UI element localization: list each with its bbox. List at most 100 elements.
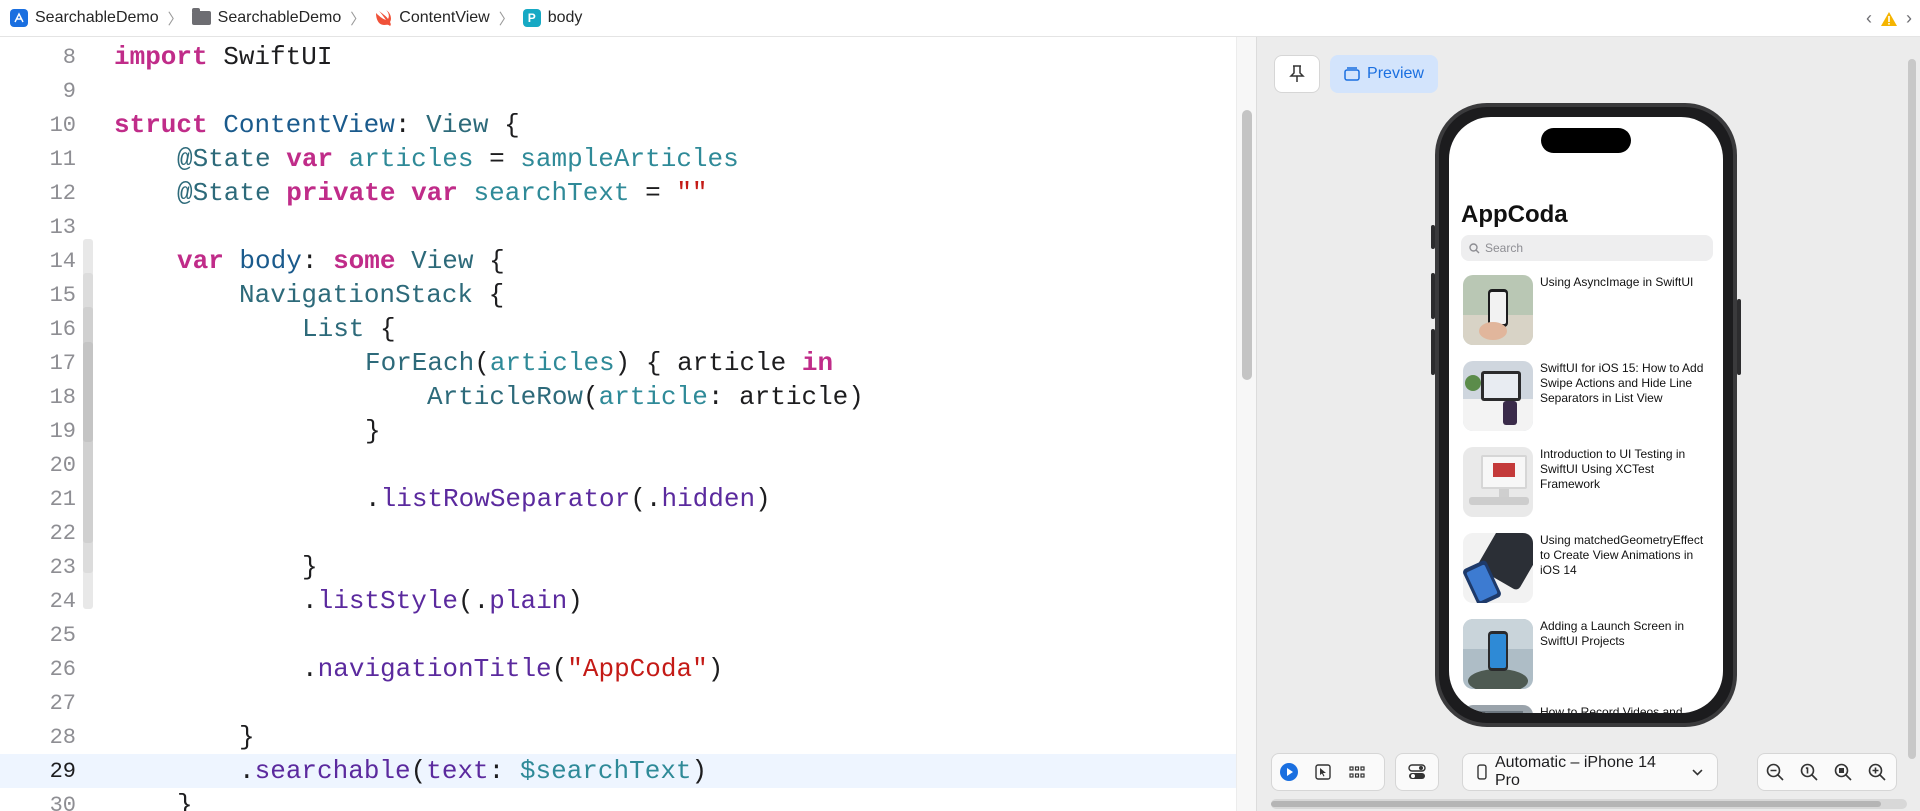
canvas-vertical-scrollbar[interactable] — [1908, 59, 1916, 759]
list-item[interactable]: How to Record Videos and Animated Gifs i… — [1463, 699, 1713, 713]
article-title: SwiftUI for iOS 15: How to Add Swipe Act… — [1540, 361, 1704, 405]
play-icon — [1280, 763, 1298, 781]
code-line[interactable]: 30 } — [0, 788, 1236, 811]
variants-mode-button[interactable] — [1340, 753, 1374, 791]
zoom-100-icon — [1800, 763, 1818, 781]
list-item[interactable]: SwiftUI for iOS 15: How to Add Swipe Act… — [1463, 355, 1713, 441]
magnifying-glass-icon — [1469, 242, 1480, 253]
zoom-out-icon — [1766, 763, 1784, 781]
list-item[interactable]: Adding a Launch Screen in SwiftUI Projec… — [1463, 613, 1713, 699]
navigation-title: AppCoda — [1461, 201, 1568, 228]
breadcrumb-symbol[interactable]: P body — [522, 9, 583, 27]
code-line[interactable]: 24 .listStyle(.plain) — [0, 584, 1236, 618]
breadcrumb-separator-icon: 〉 — [350, 10, 366, 28]
code-line[interactable]: 20 — [0, 448, 1236, 482]
line-number: 20 — [49, 452, 76, 478]
line-number: 10 — [49, 112, 76, 138]
device-selector[interactable]: Automatic – iPhone 14 Pro — [1462, 753, 1718, 791]
zoom-out-button[interactable] — [1758, 753, 1792, 791]
code-line[interactable]: 25 — [0, 618, 1236, 652]
line-number: 15 — [49, 282, 76, 308]
jump-bar: SearchableDemo 〉 SearchableDemo 〉 Conten… — [0, 0, 1920, 37]
canvas-horizontal-scrollbar[interactable] — [1271, 799, 1907, 809]
code-line[interactable]: 16 List { — [0, 312, 1236, 346]
live-mode-button[interactable] — [1272, 753, 1306, 791]
breadcrumb-project[interactable]: SearchableDemo — [10, 9, 159, 27]
breadcrumb-label: body — [547, 9, 583, 26]
breadcrumb-file[interactable]: ContentView — [374, 9, 490, 27]
breadcrumb-label: SearchableDemo — [217, 9, 342, 26]
editor-scroll-thumb[interactable] — [1242, 110, 1252, 380]
line-number: 14 — [49, 248, 76, 274]
line-number: 27 — [49, 690, 76, 716]
code-text: } — [302, 552, 318, 582]
code-line[interactable]: 9 — [0, 74, 1236, 108]
pin-preview-button[interactable] — [1274, 55, 1320, 93]
next-issue-chevron-icon[interactable]: › — [1906, 8, 1912, 29]
line-number: 8 — [62, 44, 76, 70]
search-field[interactable]: Search — [1461, 235, 1713, 261]
code-line[interactable]: 26 .navigationTitle("AppCoda") — [0, 652, 1236, 686]
line-number: 11 — [49, 146, 76, 172]
volume-down-button — [1431, 329, 1435, 375]
line-number: 25 — [49, 622, 76, 648]
list-item[interactable]: Using matchedGeometryEffect to Create Vi… — [1463, 527, 1713, 613]
code-line[interactable]: 22 — [0, 516, 1236, 550]
editor-vertical-scrollbar[interactable] — [1236, 37, 1256, 811]
volume-up-button — [1431, 273, 1435, 319]
canvas-scroll-thumb[interactable] — [1271, 801, 1881, 807]
article-thumbnail — [1463, 275, 1533, 345]
selectable-mode-button[interactable] — [1306, 753, 1340, 791]
code-line[interactable]: 8 import SwiftUI — [0, 40, 1236, 74]
zoom-to-fit-button[interactable] — [1826, 753, 1860, 791]
code-text: NavigationStack { — [239, 280, 505, 310]
line-number: 22 — [49, 520, 76, 546]
code-line[interactable]: 11 @State var articles = sampleArticles — [0, 142, 1236, 176]
source-editor[interactable]: 8 import SwiftUI 9 10 struct ContentView… — [0, 37, 1236, 811]
cursor-select-icon — [1315, 764, 1331, 780]
code-line[interactable]: 28 } — [0, 720, 1236, 754]
folder-icon — [191, 8, 211, 25]
code-line[interactable]: 21 .listRowSeparator(.hidden) — [0, 482, 1236, 516]
side-button — [1737, 299, 1741, 375]
code-line[interactable]: 19 } — [0, 414, 1236, 448]
line-number: 26 — [49, 656, 76, 682]
warning-icon[interactable] — [1880, 11, 1898, 27]
code-line[interactable]: 27 — [0, 686, 1236, 720]
line-number: 29 — [49, 758, 76, 784]
code-text: .listRowSeparator(.hidden) — [365, 484, 771, 514]
code-line[interactable]: 15 NavigationStack { — [0, 278, 1236, 312]
app-screen[interactable]: AppCoda Search Using AsyncImage in Swift… — [1449, 117, 1723, 713]
code-line[interactable]: 12 @State private var searchText = "" — [0, 176, 1236, 210]
breadcrumb-folder[interactable]: SearchableDemo — [191, 8, 342, 27]
code-line[interactable]: 10 struct ContentView: View { — [0, 108, 1236, 142]
grid-icon — [1349, 766, 1365, 778]
code-line[interactable]: 17 ForEach(articles) { article in — [0, 346, 1236, 380]
code-line[interactable]: 14 var body: some View { — [0, 244, 1236, 278]
breadcrumb-separator-icon: 〉 — [498, 10, 514, 28]
dynamic-island — [1541, 128, 1631, 153]
code-line[interactable]: 23 } — [0, 550, 1236, 584]
zoom-in-button[interactable] — [1860, 753, 1894, 791]
app-project-icon — [10, 9, 28, 27]
line-number: 12 — [49, 180, 76, 206]
zoom-actual-size-button[interactable] — [1792, 753, 1826, 791]
line-number: 19 — [49, 418, 76, 444]
iphone-icon — [1477, 764, 1487, 780]
switches-icon — [1408, 764, 1426, 779]
code-text: .listStyle(.plain) — [302, 586, 583, 616]
device-settings-button[interactable] — [1395, 753, 1439, 791]
previous-issue-chevron-icon[interactable]: ‹ — [1866, 8, 1872, 29]
list-item[interactable]: Introduction to UI Testing in SwiftUI Us… — [1463, 441, 1713, 527]
code-line[interactable]: 13 — [0, 210, 1236, 244]
preview-toggle-button[interactable]: Preview — [1330, 55, 1438, 93]
breadcrumb-label: ContentView — [399, 9, 490, 26]
code-line[interactable]: 18 ArticleRow(article: article) — [0, 380, 1236, 414]
list-item[interactable]: Using AsyncImage in SwiftUI — [1463, 269, 1713, 355]
code-text: struct ContentView: View { — [114, 110, 520, 140]
code-line-current[interactable]: 29 .searchable(text: $searchText) — [0, 754, 1236, 788]
line-number: 21 — [49, 486, 76, 512]
property-icon: P — [522, 9, 541, 27]
code-text: ArticleRow(article: article) — [427, 382, 864, 412]
line-number: 30 — [49, 792, 76, 811]
